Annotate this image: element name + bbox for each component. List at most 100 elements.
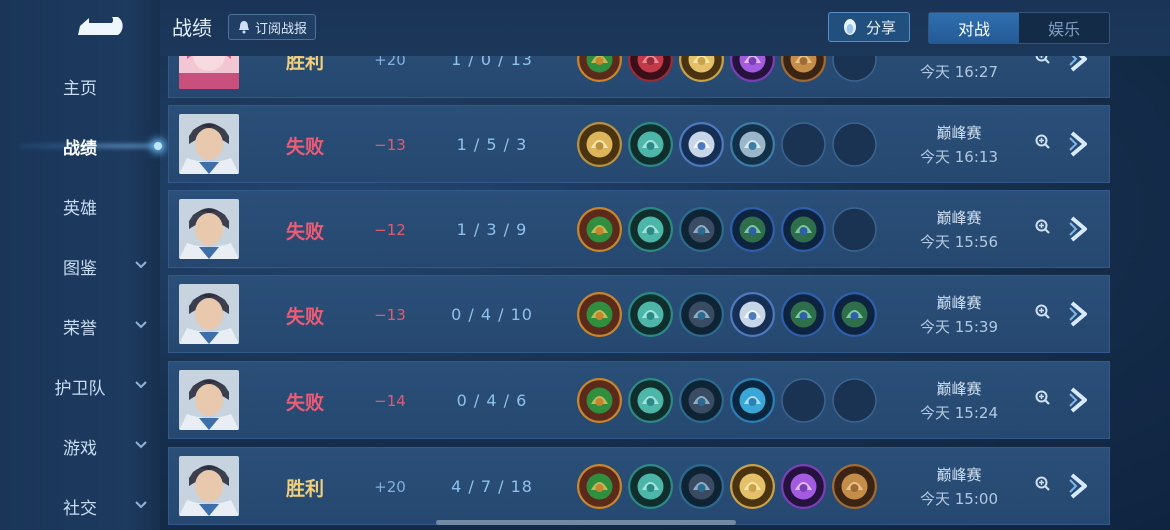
kda-stats: 1 / 3 / 9 [456, 220, 528, 239]
empty-slot-icon [781, 122, 826, 167]
sidebar-item-7[interactable]: 社交 [0, 486, 160, 526]
match-list: 胜利 +20 1 / 0 / 13 今天 16:27 失败 −13 1 / 5 / 3 巅峰赛… [168, 0, 1110, 530]
bell-icon [239, 21, 249, 34]
green-hood-item-icon [730, 207, 775, 252]
gold-crown-item-icon [730, 464, 775, 509]
match-row[interactable]: 胜利 +20 4 / 7 / 18 巅峰赛 今天 15:00 [168, 447, 1110, 525]
back-button[interactable] [72, 10, 128, 42]
match-mode: 巅峰赛 [936, 380, 982, 398]
green-hood-item-icon [781, 292, 826, 337]
green-hood-item-icon [832, 292, 877, 337]
kda-stats: 4 / 7 / 18 [451, 477, 533, 496]
rank-score-change: −12 [374, 221, 406, 239]
chevron-down-icon [135, 321, 147, 329]
chevron-right-icon[interactable] [1067, 472, 1091, 500]
item-build [577, 292, 877, 337]
sidebar-item-label: 英雄 [63, 198, 97, 219]
green-orb-item-icon [577, 378, 622, 423]
sidebar-item-label: 社交 [63, 498, 97, 519]
match-mode: 巅峰赛 [936, 466, 982, 484]
sidebar-item-label: 战绩 [63, 138, 97, 159]
hero-portrait-icon [179, 199, 239, 259]
hero-portrait-icon [179, 456, 239, 516]
sidebar-item-6[interactable]: 游戏 [0, 426, 160, 466]
hero-portrait-icon [179, 284, 239, 344]
chevron-down-icon [135, 501, 147, 509]
empty-slot-icon [781, 378, 826, 423]
penguin-icon [843, 19, 856, 35]
page-title: 战绩 [172, 16, 212, 40]
mode-segmented-control: 对战 娱乐 [928, 12, 1110, 44]
top-bar: 战绩 订阅战报 分享 对战 娱乐 [160, 0, 1170, 56]
sidebar-item-3[interactable]: 图鉴 [0, 246, 160, 286]
winged-bar-item-icon [730, 122, 775, 167]
sidebar: 主页战绩英雄图鉴荣誉护卫队游戏社交 [0, 0, 162, 530]
sidebar-item-2[interactable]: 英雄 [0, 186, 160, 226]
match-time: 今天 15:39 [920, 318, 998, 336]
sidebar-item-label: 图鉴 [63, 258, 97, 279]
data-detail-icon[interactable] [1035, 134, 1051, 150]
hero-avatar [179, 114, 239, 174]
purple-gem-item-icon [781, 464, 826, 509]
match-mode: 巅峰赛 [936, 294, 982, 312]
item-build [577, 464, 877, 509]
match-result: 失败 [285, 392, 324, 414]
sidebar-item-label: 荣誉 [63, 318, 97, 339]
blue-scroll-item-icon [730, 378, 775, 423]
tab-entertainment[interactable]: 娱乐 [1019, 13, 1109, 43]
rank-score-change: −13 [374, 136, 406, 154]
share-button[interactable]: 分享 [828, 12, 910, 42]
green-orb-item-icon [577, 464, 622, 509]
green-orb-item-icon [577, 207, 622, 252]
kda-stats: 1 / 5 / 3 [456, 135, 528, 154]
share-label: 分享 [865, 18, 896, 37]
item-build [577, 378, 877, 423]
match-row[interactable]: 失败 −12 1 / 3 / 9 巅峰赛 今天 15:56 [168, 190, 1110, 268]
sidebar-item-label: 护卫队 [54, 378, 106, 399]
match-time: 今天 15:24 [920, 404, 998, 422]
item-build [577, 122, 877, 167]
empty-slot-icon [832, 207, 877, 252]
data-detail-icon[interactable] [1035, 476, 1051, 492]
chevron-right-icon[interactable] [1067, 300, 1091, 328]
sidebar-item-4[interactable]: 荣誉 [0, 306, 160, 346]
scroll-indicator[interactable] [436, 520, 736, 525]
match-mode: 巅峰赛 [936, 124, 982, 142]
match-time: 今天 15:56 [920, 233, 998, 251]
match-time: 今天 16:27 [920, 63, 998, 81]
chevron-right-icon[interactable] [1067, 130, 1091, 158]
match-row[interactable]: 失败 −13 1 / 5 / 3 巅峰赛今天 16:13 [168, 105, 1110, 183]
match-time: 今天 16:13 [920, 148, 998, 166]
chevron-right-icon[interactable] [1067, 386, 1091, 414]
green-hood-item-icon [781, 207, 826, 252]
chevron-right-icon[interactable] [1067, 215, 1091, 243]
chevron-down-icon [135, 381, 147, 389]
match-result: 失败 [285, 306, 324, 328]
chevron-down-icon [135, 441, 147, 449]
rank-score-change: +20 [374, 478, 406, 496]
dark-armor-item-icon [679, 378, 724, 423]
match-row[interactable]: 失败 −14 0 / 4 / 6 巅峰赛 今天 15:24 [168, 361, 1110, 439]
sidebar-item-5[interactable]: 护卫队 [0, 366, 160, 406]
data-detail-icon[interactable] [1035, 219, 1051, 235]
data-detail-icon[interactable] [1035, 390, 1051, 406]
sidebar-item-1[interactable]: 战绩 [0, 126, 162, 166]
boots-item-icon [628, 207, 673, 252]
hero-avatar [179, 370, 239, 430]
sidebar-item-0[interactable]: 主页 [0, 66, 160, 106]
boots-item-icon [628, 378, 673, 423]
dark-armor-item-icon [679, 292, 724, 337]
match-result: 失败 [285, 221, 324, 243]
tab-battle[interactable]: 对战 [929, 13, 1019, 43]
match-result: 失败 [285, 136, 324, 158]
hero-portrait-icon [179, 114, 239, 174]
rank-score-change: −14 [374, 392, 406, 410]
bronze-helm-item-icon [832, 464, 877, 509]
silver-mask-item-icon [730, 292, 775, 337]
subscribe-report-button[interactable]: 订阅战报 [228, 14, 317, 40]
match-row[interactable]: 失败 −13 0 / 4 / 10 巅峰赛 今天 15:39 [168, 275, 1110, 353]
back-arrow-icon [78, 17, 123, 35]
kda-stats: 0 / 4 / 10 [451, 305, 533, 324]
data-detail-icon[interactable] [1035, 304, 1051, 320]
boots-item-icon [628, 292, 673, 337]
